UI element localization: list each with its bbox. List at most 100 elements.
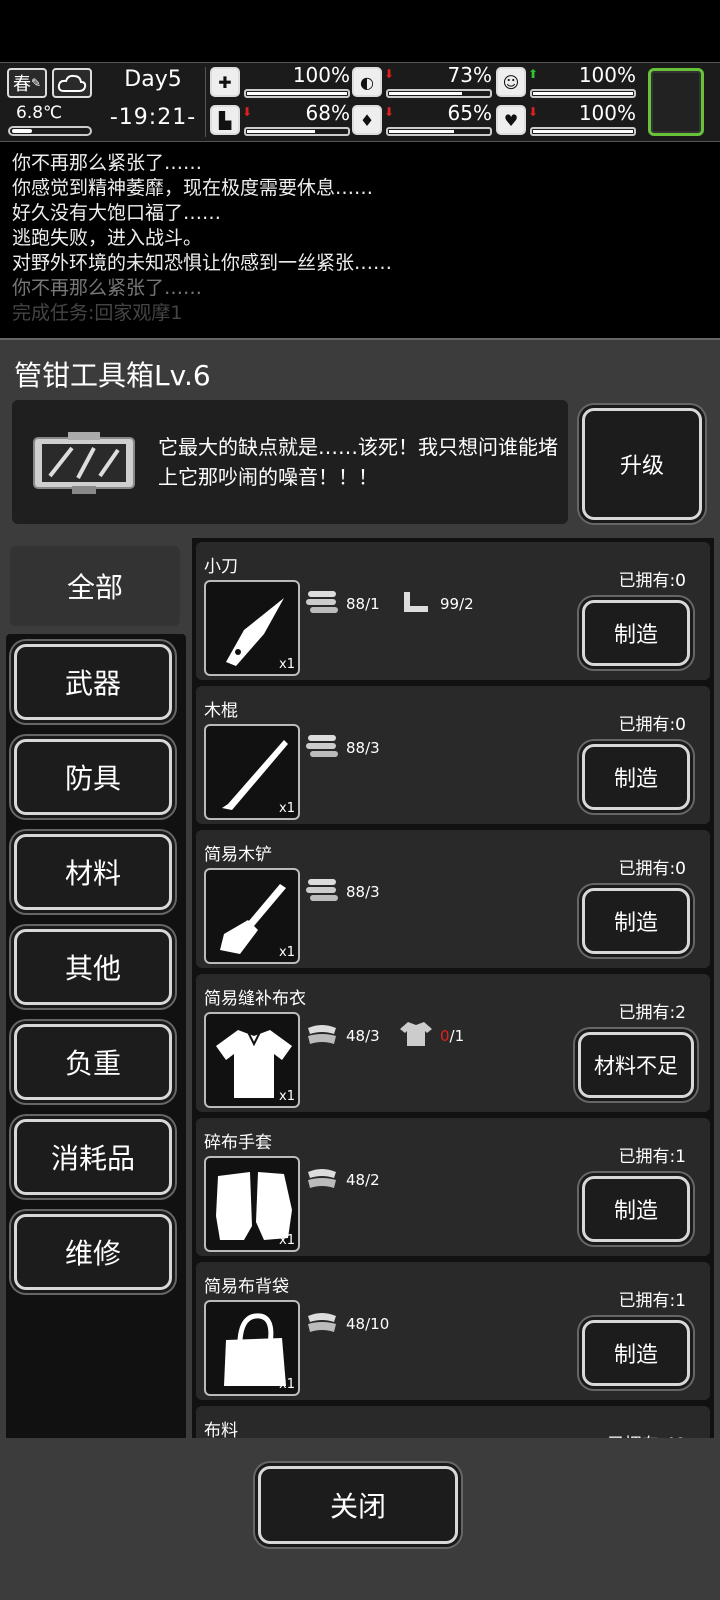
trend-arrow-icon: ⬇: [528, 105, 539, 119]
material-have: 88: [346, 595, 366, 613]
stat-bar: [244, 127, 350, 136]
divider: [205, 67, 206, 137]
recipe-item[interactable]: 简易木铲 已拥有:0 x1 88/3 制造: [196, 830, 710, 968]
craft-button[interactable]: 材料不足: [578, 1032, 694, 1098]
temperature: 6.8℃: [16, 103, 63, 123]
stat-bar: [530, 89, 636, 98]
wood-logs-icon: [304, 876, 346, 908]
stat-medkit: ✚ 100%: [210, 63, 350, 99]
rag-shirt-icon: [398, 1020, 440, 1052]
log-line: 你不再那么紧张了……: [12, 277, 203, 299]
recipe-name: 木棍: [204, 701, 238, 721]
recipe-item[interactable]: 碎布手套 已拥有:1 x1 48/2 制造: [196, 1118, 710, 1256]
recipe-item[interactable]: 小刀 已拥有:0 x1 88/1 99/2 制造: [196, 542, 710, 680]
material-have: 48: [346, 1171, 366, 1189]
recipe-image[interactable]: x1: [204, 1156, 300, 1252]
crafting-dialog: 管钳工具箱Lv.6 它最大的缺点就是……该死！我只想问谁能堵上它那吵闹的噪音！！…: [0, 338, 720, 1600]
stat-percent: 65%: [447, 101, 492, 125]
log-line: 对野外环境的未知恐惧让你感到一丝紧张……: [12, 252, 393, 274]
material-need: /2: [459, 595, 474, 613]
craft-button[interactable]: 制造: [582, 1176, 690, 1242]
recipe-name: 小刀: [204, 557, 238, 577]
material-have: 48: [346, 1315, 366, 1333]
category-tab-5[interactable]: 负重: [14, 1024, 172, 1100]
stomach-icon: ◐: [352, 67, 382, 97]
recipe-name: 简易布背袋: [204, 1277, 289, 1297]
category-tab-4[interactable]: 其他: [14, 929, 172, 1005]
cloth-icon: [304, 1020, 346, 1052]
material-requirement: 48/3: [304, 1020, 380, 1052]
category-tab-7[interactable]: 维修: [14, 1214, 172, 1290]
recipe-item[interactable]: 布料已拥有:48: [196, 1406, 710, 1440]
recipe-name: 布料: [204, 1421, 238, 1440]
material-need: /10: [365, 1315, 390, 1333]
recipe-name: 简易缝补布衣: [204, 989, 306, 1009]
recipe-item[interactable]: 简易布背袋已拥有:1 x1 48/10 制造: [196, 1262, 710, 1400]
recipe-item[interactable]: 简易缝补布衣已拥有:2 x1 48/3 0/1 材料不足: [196, 974, 710, 1112]
material-have: 0: [440, 1027, 450, 1045]
material-need: /1: [449, 1027, 465, 1045]
recipe-name: 碎布手套: [204, 1133, 272, 1153]
material-have: 48: [346, 1027, 366, 1045]
pipe-icon: [398, 588, 440, 620]
day-counter: Day5: [124, 67, 182, 92]
game-clock: -19:21-: [109, 105, 197, 130]
recipe-list[interactable]: 小刀 已拥有:0 x1 88/1 99/2 制造 木棍 已拥有:0 x1 88/3 制造 简易木铲 已拥…: [192, 538, 714, 1440]
yield-quantity: x1: [279, 657, 295, 672]
craft-button[interactable]: 制造: [582, 1320, 690, 1386]
message-log[interactable]: 你不再那么紧张了…… 你感觉到精神萎靡，现在极度需要休息…… 好久没有大饱口福了………: [0, 147, 720, 337]
craft-button[interactable]: 制造: [582, 744, 690, 810]
material-need: /3: [365, 739, 380, 757]
stat-percent: 100%: [578, 101, 636, 125]
boot-icon: ▙: [210, 105, 240, 135]
item-description: 它最大的缺点就是……该死！我只想问谁能堵上它那吵闹的噪音！！！: [158, 435, 558, 489]
yield-quantity: x1: [279, 945, 295, 960]
yield-quantity: x1: [279, 1089, 295, 1104]
category-tab-3[interactable]: 材料: [14, 834, 172, 910]
material-requirement: 48/2: [304, 1164, 380, 1196]
close-button[interactable]: 关闭: [258, 1466, 458, 1544]
trend-arrow-icon: ⬆: [528, 67, 539, 81]
recipe-image[interactable]: x1: [204, 580, 300, 676]
yield-quantity: x1: [279, 801, 295, 816]
category-tab-1[interactable]: 武器: [14, 644, 172, 720]
material-requirement: 99/2: [398, 588, 474, 620]
recipe-image[interactable]: x1: [204, 868, 300, 964]
cloth-icon: [304, 1164, 346, 1196]
category-tab-0[interactable]: 全部: [10, 546, 180, 626]
owned-count: 已拥有:1: [618, 1291, 686, 1311]
mind-icon: ☺: [496, 67, 526, 97]
equipment-slot[interactable]: [648, 68, 704, 136]
category-tab-2[interactable]: 防具: [14, 739, 172, 815]
recipe-image[interactable]: x1: [204, 1300, 300, 1396]
wood-logs-icon: [304, 732, 346, 764]
yield-quantity: x1: [279, 1377, 295, 1392]
material-requirement: 88/3: [304, 732, 380, 764]
yield-quantity: x1: [279, 1233, 295, 1248]
recipe-item[interactable]: 木棍 已拥有:0 x1 88/3 制造: [196, 686, 710, 824]
owned-count: 已拥有:2: [618, 1003, 686, 1023]
trend-arrow-icon: ⬇: [384, 105, 395, 119]
dialog-footer: 关闭: [0, 1438, 720, 1600]
log-line: 逃跑失败，进入战斗。: [12, 227, 203, 249]
stat-percent: 100%: [292, 63, 350, 87]
heart-icon: ♥: [496, 105, 526, 135]
recipe-name: 简易木铲: [204, 845, 272, 865]
leaf-icon: ✎: [30, 76, 42, 90]
category-sidebar: 全部武器防具材料其他负重消耗品维修: [6, 538, 186, 1534]
stat-bar: [244, 89, 350, 98]
stat-percent: 100%: [578, 63, 636, 87]
craft-button[interactable]: 制造: [582, 600, 690, 666]
material-need: /2: [365, 1171, 380, 1189]
material-requirement: 88/1: [304, 588, 380, 620]
craft-button[interactable]: 制造: [582, 888, 690, 954]
trend-arrow-icon: ⬇: [384, 67, 395, 81]
material-requirement: 0/1: [398, 1020, 464, 1052]
owned-count: 已拥有:0: [618, 859, 686, 879]
recipe-image[interactable]: x1: [204, 724, 300, 820]
toolbox-icon: [33, 432, 135, 494]
recipe-image[interactable]: x1: [204, 1012, 300, 1108]
category-tab-6[interactable]: 消耗品: [14, 1119, 172, 1195]
material-requirement: 48/10: [304, 1308, 389, 1340]
upgrade-button[interactable]: 升级: [582, 408, 702, 520]
